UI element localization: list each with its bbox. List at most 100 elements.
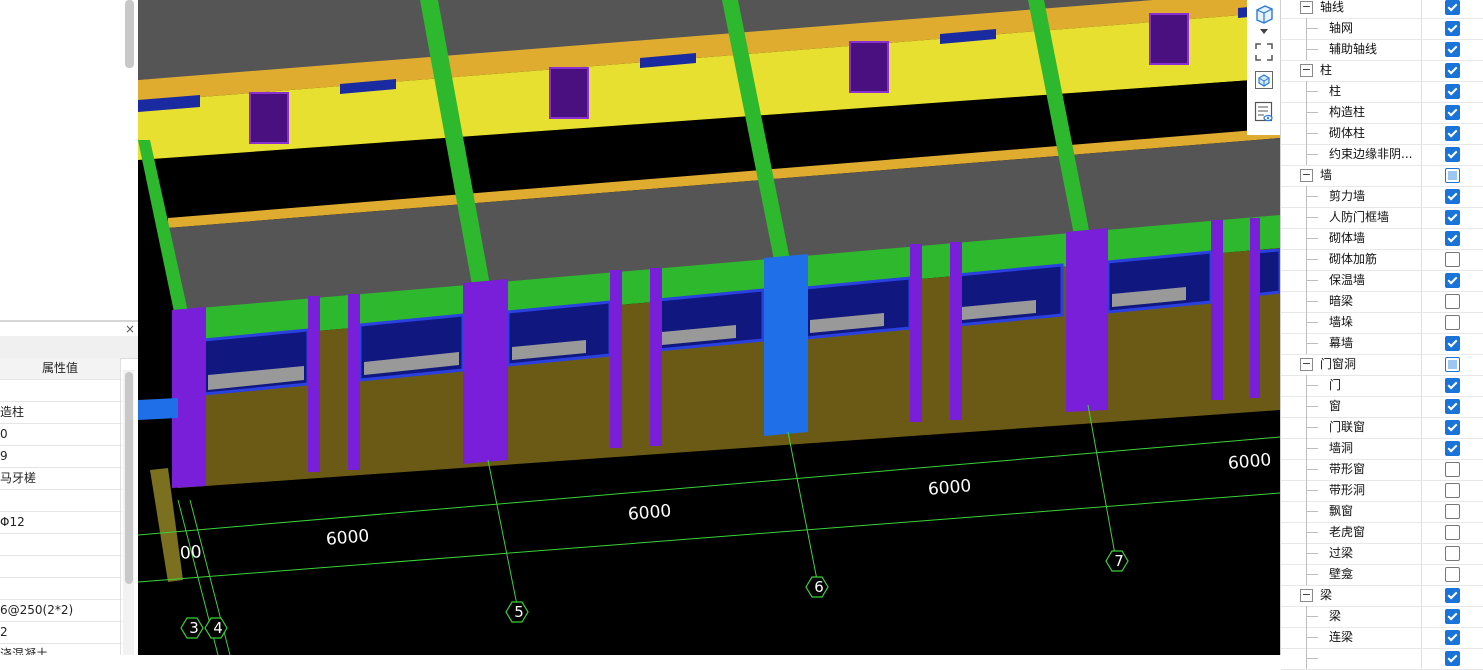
visibility-checkbox[interactable] (1445, 567, 1460, 582)
visibility-checkbox[interactable] (1445, 441, 1460, 456)
layer-item-row[interactable]: 过梁 (1281, 543, 1483, 565)
visibility-checkbox[interactable] (1445, 462, 1460, 477)
visibility-checkbox[interactable] (1445, 105, 1460, 120)
visibility-checkbox[interactable] (1445, 609, 1460, 624)
visibility-checkbox[interactable] (1445, 231, 1460, 246)
layer-item-row[interactable]: 墙垛 (1281, 312, 1483, 334)
layer-item-row[interactable]: 保温墙 (1281, 270, 1483, 292)
visibility-checkbox[interactable] (1445, 168, 1460, 183)
property-row[interactable]: 0 (0, 424, 122, 446)
property-scrollbar[interactable] (125, 372, 133, 584)
visibility-checkbox[interactable] (1445, 210, 1460, 225)
layer-item-row[interactable]: 砌体墙 (1281, 228, 1483, 250)
visibility-checkbox[interactable] (1445, 84, 1460, 99)
collapse-toggle-icon[interactable]: − (1300, 1, 1313, 14)
layer-item-row[interactable]: 带形窗 (1281, 459, 1483, 481)
visibility-checkbox[interactable] (1445, 147, 1460, 162)
layer-item-row[interactable] (1281, 648, 1483, 670)
dropdown-arrow-icon[interactable] (1252, 24, 1276, 38)
visibility-checkbox[interactable] (1445, 273, 1460, 288)
visibility-checkbox[interactable] (1445, 21, 1460, 36)
layer-item-row[interactable]: 老虎窗 (1281, 522, 1483, 544)
display-settings-icon[interactable] (1252, 100, 1276, 124)
collapse-toggle-icon[interactable]: − (1300, 358, 1313, 371)
visibility-checkbox[interactable] (1445, 546, 1460, 561)
dim-label: 6000 (627, 501, 673, 525)
layer-item-row[interactable]: 连梁 (1281, 627, 1483, 649)
visibility-checkbox[interactable] (1445, 378, 1460, 393)
visibility-checkbox[interactable] (1445, 42, 1460, 57)
layer-item-row[interactable]: 约束边缘非阴... (1281, 144, 1483, 166)
layer-item-row[interactable]: 门 (1281, 375, 1483, 397)
layer-item-row[interactable]: 飘窗 (1281, 501, 1483, 523)
column-divider (1421, 39, 1422, 60)
layer-item-row[interactable]: 梁 (1281, 606, 1483, 628)
property-row[interactable]: 造柱 (0, 402, 122, 424)
cube-view-icon[interactable] (1252, 2, 1276, 26)
layer-item-row[interactable]: 带形洞 (1281, 480, 1483, 502)
tree-connector (1306, 238, 1318, 239)
collapse-toggle-icon[interactable]: − (1300, 64, 1313, 77)
visibility-checkbox[interactable] (1445, 420, 1460, 435)
layer-group-row[interactable]: − 柱 (1281, 60, 1483, 82)
3d-viewport[interactable]: 6000 6000 6000 6000 00 3 4 5 6 7 (138, 0, 1280, 655)
visibility-checkbox[interactable] (1445, 63, 1460, 78)
property-row[interactable]: 马牙槎 (0, 468, 122, 490)
upper-scrollbar[interactable] (125, 0, 134, 68)
close-icon[interactable]: × (123, 322, 137, 336)
visibility-checkbox[interactable] (1445, 336, 1460, 351)
layer-item-row[interactable]: 门联窗 (1281, 417, 1483, 439)
building-model (138, 0, 1280, 655)
layer-item-row[interactable]: 砌体柱 (1281, 123, 1483, 145)
visibility-checkbox[interactable] (1445, 189, 1460, 204)
layer-group-row[interactable]: − 梁 (1281, 585, 1483, 607)
axis-circles (180, 550, 1129, 639)
layer-item-row[interactable]: 构造柱 (1281, 102, 1483, 124)
visibility-checkbox[interactable] (1445, 126, 1460, 141)
property-row[interactable] (0, 578, 122, 600)
visibility-checkbox[interactable] (1445, 252, 1460, 267)
layer-item-row[interactable]: 砌体加筋 (1281, 249, 1483, 271)
layer-group-row[interactable]: − 轴线 (1281, 0, 1483, 19)
property-row[interactable]: 浇混凝土 (0, 644, 122, 655)
layer-item-row[interactable]: 壁龛 (1281, 564, 1483, 586)
visibility-checkbox[interactable] (1445, 525, 1460, 540)
layer-item-row[interactable]: 幕墙 (1281, 333, 1483, 355)
property-row[interactable] (0, 556, 122, 578)
property-row[interactable] (0, 534, 122, 556)
layer-item-row[interactable]: 人防门框墙 (1281, 207, 1483, 229)
property-row[interactable]: 6@250(2*2) (0, 600, 122, 622)
collapse-toggle-icon[interactable]: − (1300, 169, 1313, 182)
visibility-checkbox[interactable] (1445, 504, 1460, 519)
layer-item-row[interactable]: 辅助轴线 (1281, 39, 1483, 61)
layer-item-row[interactable]: 墙洞 (1281, 438, 1483, 460)
property-row[interactable]: Φ12 (0, 512, 122, 534)
layer-item-row[interactable]: 暗梁 (1281, 291, 1483, 313)
visibility-checkbox[interactable] (1445, 483, 1460, 498)
collapse-toggle-icon[interactable]: − (1300, 589, 1313, 602)
visibility-checkbox[interactable] (1445, 651, 1460, 666)
property-row[interactable]: 2 (0, 622, 122, 644)
layer-item-row[interactable]: 窗 (1281, 396, 1483, 418)
layer-item-row[interactable]: 轴网 (1281, 18, 1483, 40)
tree-connector (1306, 280, 1318, 281)
layer-label: 柱 (1320, 63, 1333, 77)
layer-group-row[interactable]: − 墙 (1281, 165, 1483, 187)
visibility-checkbox[interactable] (1445, 294, 1460, 309)
fit-view-icon[interactable] (1252, 40, 1276, 64)
property-row[interactable]: 9 (0, 446, 122, 468)
axis-label: 3 (189, 619, 199, 637)
layer-group-row[interactable]: − 门窗洞 (1281, 354, 1483, 376)
visibility-checkbox[interactable] (1445, 399, 1460, 414)
visibility-checkbox[interactable] (1445, 630, 1460, 645)
visibility-checkbox[interactable] (1445, 357, 1460, 372)
visibility-checkbox[interactable] (1445, 315, 1460, 330)
property-row[interactable] (0, 490, 122, 512)
property-row[interactable] (0, 380, 122, 402)
visibility-checkbox[interactable] (1445, 588, 1460, 603)
layer-item-row[interactable]: 剪力墙 (1281, 186, 1483, 208)
3d-box-icon[interactable] (1252, 68, 1276, 92)
visibility-checkbox[interactable] (1445, 0, 1460, 15)
column-divider (1421, 480, 1422, 501)
layer-item-row[interactable]: 柱 (1281, 81, 1483, 103)
